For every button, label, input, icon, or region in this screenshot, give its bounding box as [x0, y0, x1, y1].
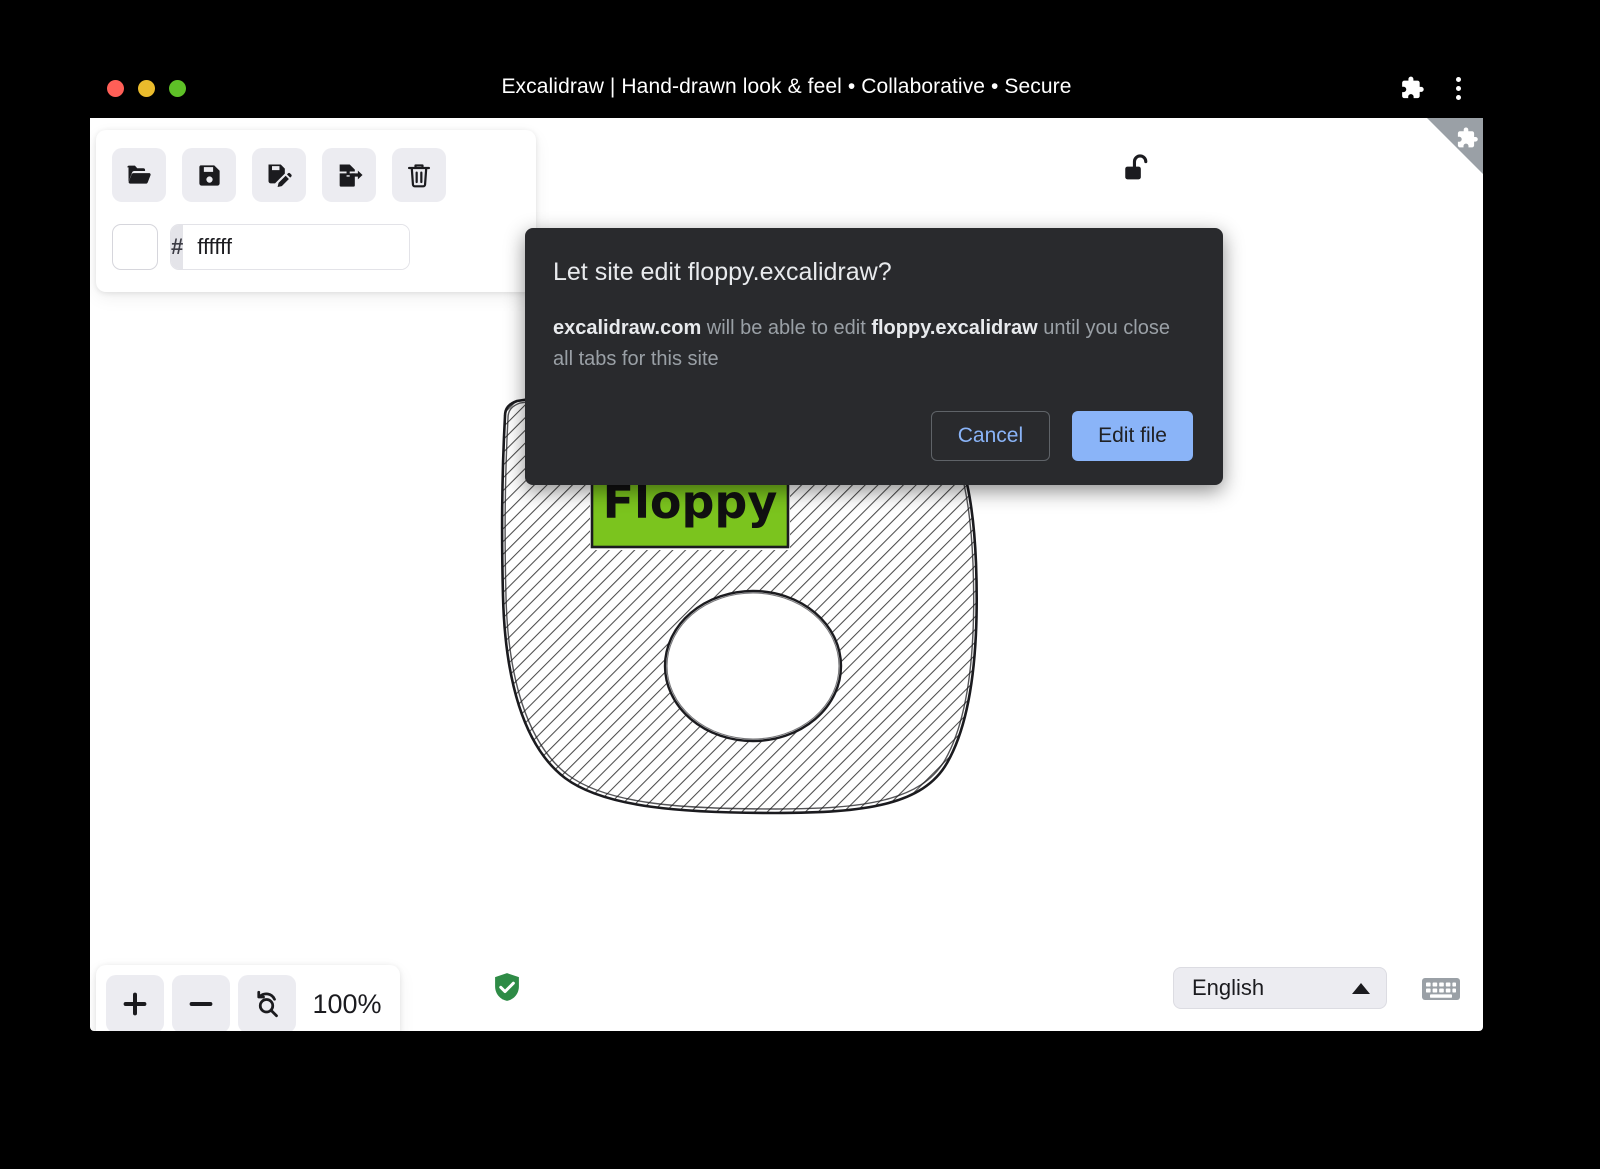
- open-folder-icon[interactable]: [112, 148, 166, 202]
- dialog-body: excalidraw.com will be able to edit flop…: [553, 313, 1193, 375]
- save-as-floppy-pencil-icon[interactable]: [252, 148, 306, 202]
- zoom-controls-bar: 100%: [96, 965, 400, 1031]
- browser-page-content: #: [90, 118, 1483, 1031]
- window-title: Excalidraw | Hand-drawn look & feel • Co…: [90, 75, 1483, 99]
- shield-check-icon: [490, 970, 524, 1009]
- browser-titlebar: Excalidraw | Hand-drawn look & feel • Co…: [90, 58, 1483, 118]
- dialog-origin: excalidraw.com: [553, 317, 701, 339]
- export-file-arrow-icon[interactable]: [322, 148, 376, 202]
- edit-file-button[interactable]: Edit file: [1072, 411, 1193, 461]
- hash-prefix-label: #: [171, 225, 183, 269]
- color-hex-field[interactable]: #: [170, 224, 410, 270]
- virtual-keyboard-icon[interactable]: [1421, 974, 1461, 1009]
- save-floppy-icon[interactable]: [182, 148, 236, 202]
- chrome-menu-kebab-icon[interactable]: [1456, 77, 1461, 100]
- file-edit-permission-dialog: Let site edit floppy.excalidraw? excalid…: [525, 228, 1223, 485]
- zoom-out-button[interactable]: [172, 975, 230, 1031]
- file-tool-row: [112, 148, 520, 202]
- color-hex-input[interactable]: [183, 225, 410, 269]
- extensions-puzzle-icon[interactable]: [1398, 74, 1426, 102]
- corner-puzzle-glyph: [1455, 126, 1479, 150]
- excalidraw-tool-panel: #: [96, 130, 536, 292]
- zoom-in-button[interactable]: [106, 975, 164, 1031]
- browser-window: Excalidraw | Hand-drawn look & feel • Co…: [90, 58, 1483, 1031]
- background-color-row: #: [112, 224, 520, 270]
- unlock-icon[interactable]: [1121, 151, 1155, 190]
- titlebar-actions: [1398, 74, 1461, 102]
- language-select[interactable]: English: [1173, 967, 1387, 1009]
- dialog-title: Let site edit floppy.excalidraw?: [553, 258, 1193, 287]
- reset-zoom-icon[interactable]: [238, 975, 296, 1031]
- trash-icon[interactable]: [392, 148, 446, 202]
- floppy-center-hole: [665, 591, 841, 741]
- language-select-label: English: [1192, 975, 1264, 1001]
- color-swatch-preview[interactable]: [112, 224, 158, 270]
- zoom-level-label[interactable]: 100%: [304, 989, 390, 1020]
- extension-puzzle-corner-icon: [1427, 118, 1483, 174]
- chevron-up-icon: [1352, 983, 1370, 994]
- corner-triangle: [1427, 118, 1483, 174]
- dialog-actions: Cancel Edit file: [553, 411, 1193, 461]
- language-selector-bar: English: [1173, 967, 1387, 1009]
- dialog-filename: floppy.excalidraw: [871, 317, 1037, 339]
- screenshot-root: Excalidraw | Hand-drawn look & feel • Co…: [0, 0, 1600, 1169]
- dialog-text-1: will be able to edit: [701, 317, 871, 339]
- cancel-button[interactable]: Cancel: [931, 411, 1050, 461]
